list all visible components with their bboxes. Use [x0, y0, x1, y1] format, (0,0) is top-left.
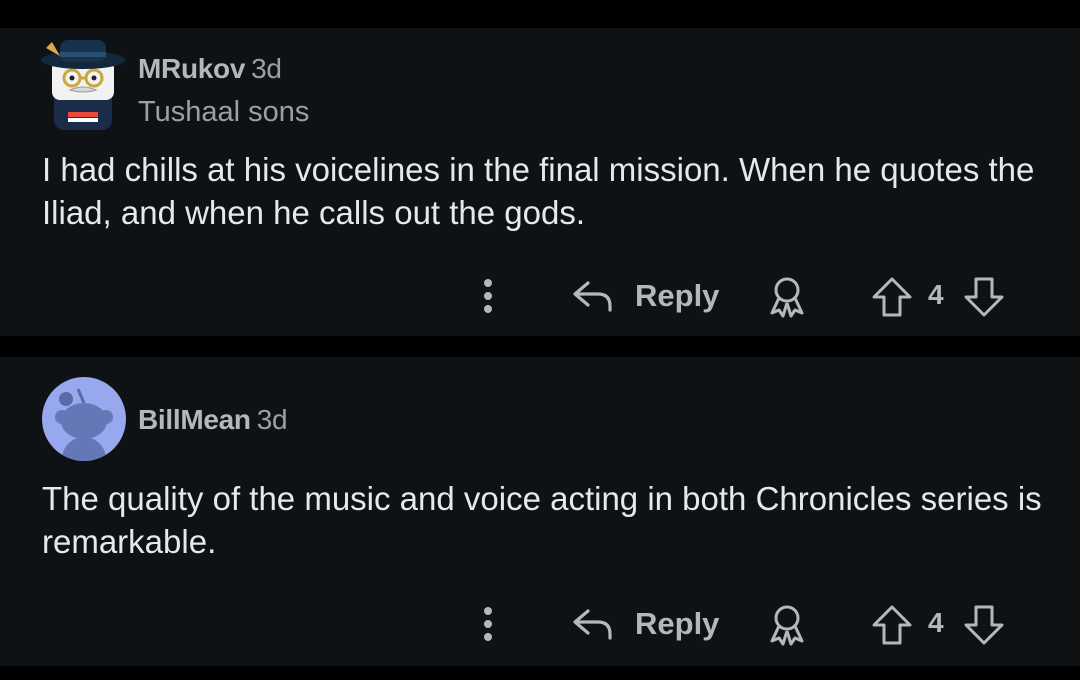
downvote-button[interactable]: [962, 275, 1006, 319]
upvote-arrow-icon: [872, 605, 912, 645]
comment-body: The quality of the music and voice actin…: [42, 480, 1042, 560]
vote-count: 4: [928, 279, 944, 310]
reply-arrow-icon: [573, 609, 612, 640]
more-vertical-icon: [484, 279, 492, 313]
user-avatar[interactable]: [40, 34, 126, 130]
comment-actions: Reply 4: [0, 599, 1080, 649]
timestamp: 3d: [256, 404, 288, 435]
avatar-circle: [42, 377, 126, 461]
user-avatar[interactable]: [40, 377, 126, 463]
username[interactable]: BillMean 3d: [138, 404, 288, 436]
username-text[interactable]: MRukov: [138, 53, 245, 84]
award-icon: [770, 277, 804, 318]
more-options-button[interactable]: [474, 604, 502, 644]
award-icon: [770, 605, 804, 646]
comment-card: BillMean 3d The quality of the music and …: [0, 357, 1080, 666]
custom-snoo-avatar-icon: [41, 40, 125, 130]
username-text[interactable]: BillMean: [138, 404, 251, 435]
reply-button[interactable]: Reply: [570, 603, 720, 645]
downvote-arrow-icon: [964, 605, 1004, 645]
reply-label: Reply: [635, 278, 720, 313]
timestamp: 3d: [251, 53, 282, 84]
downvote-button[interactable]: [962, 603, 1006, 647]
more-vertical-icon: [484, 607, 492, 641]
reply-button[interactable]: Reply: [570, 275, 720, 317]
downvote-arrow-icon: [964, 277, 1004, 317]
comment-actions: Reply 4: [0, 271, 1080, 321]
user-flair: Tushaal sons: [138, 96, 310, 128]
more-options-button[interactable]: [474, 276, 502, 316]
upvote-button[interactable]: [870, 275, 914, 319]
upvote-arrow-icon: [872, 277, 912, 317]
username[interactable]: MRukov 3d: [138, 53, 282, 85]
reply-arrow-icon: [573, 281, 612, 312]
upvote-button[interactable]: [870, 603, 914, 647]
award-button[interactable]: [763, 603, 811, 647]
award-button[interactable]: [763, 275, 811, 319]
reply-label: Reply: [635, 606, 720, 641]
comment-body: I had chills at his voicelines in the fi…: [42, 151, 1035, 231]
default-snoo-avatar-icon: [55, 388, 113, 461]
vote-count: 4: [928, 607, 944, 638]
comment-card: MRukov 3d Tushaal sons I had chills at hi…: [0, 28, 1080, 336]
